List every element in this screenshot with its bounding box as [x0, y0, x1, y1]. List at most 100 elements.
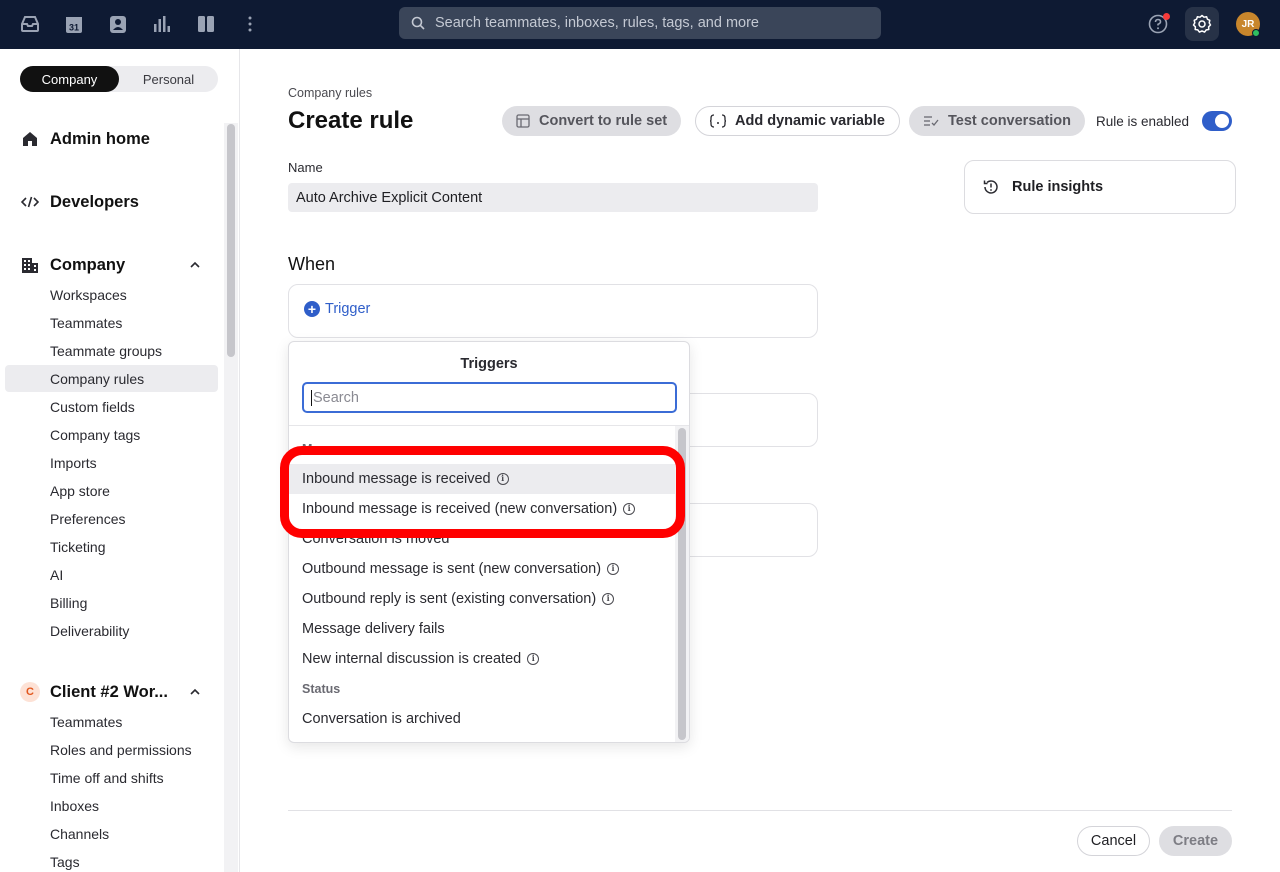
variable-icon — [710, 114, 726, 128]
text-caret — [311, 389, 312, 406]
sidebar-item-ai[interactable]: AI — [50, 565, 63, 585]
trigger-option-label: Outbound reply is sent (existing convers… — [302, 591, 597, 607]
breadcrumb[interactable]: Company rules — [288, 86, 372, 100]
search-placeholder: Search teammates, inboxes, rules, tags, … — [435, 15, 759, 31]
home-icon — [20, 129, 40, 149]
nav-client-label: Client #2 Wor... — [50, 682, 168, 701]
sidebar-item-billing[interactable]: Billing — [50, 593, 87, 613]
plus-icon: + — [304, 301, 320, 317]
convert-label: Convert to rule set — [539, 113, 668, 129]
sidebar-item-custom-fields[interactable]: Custom fields — [50, 397, 135, 417]
dropdown-divider — [289, 425, 689, 426]
sidebar-item-preferences[interactable]: Preferences — [50, 509, 125, 529]
sidebar-item-deliverability[interactable]: Deliverability — [50, 621, 129, 641]
dynamic-label: Add dynamic variable — [735, 113, 885, 129]
sidebar-item-inboxes[interactable]: Inboxes — [50, 796, 99, 816]
footer-divider — [288, 810, 1232, 811]
chevron-up-icon[interactable] — [188, 685, 202, 699]
sidebar-item-client-teammates[interactable]: Teammates — [50, 712, 122, 732]
trigger-option-label: New internal discussion is created — [302, 651, 522, 667]
trigger-option-internal-discussion[interactable]: New internal discussion is created i — [289, 644, 675, 674]
more-icon[interactable] — [238, 12, 262, 36]
settings-button[interactable] — [1185, 7, 1219, 41]
trigger-option-archived[interactable]: Conversation is archived — [289, 704, 675, 734]
trigger-option-inbound[interactable]: Inbound message is received i — [289, 464, 675, 494]
list-check-icon — [924, 116, 939, 126]
segment-personal[interactable]: Personal — [119, 66, 218, 92]
contacts-icon[interactable] — [106, 12, 130, 36]
add-trigger-button[interactable]: + Trigger — [304, 301, 370, 317]
segment-company[interactable]: Company — [20, 66, 119, 92]
sidebar-item-channels[interactable]: Channels — [50, 824, 109, 844]
trigger-option-outbound-reply[interactable]: Outbound reply is sent (existing convers… — [289, 584, 675, 614]
when-heading: When — [288, 254, 336, 274]
nav-admin-home-label: Admin home — [50, 129, 150, 148]
info-icon[interactable]: i — [623, 503, 636, 515]
nav-company-section[interactable]: Company — [20, 253, 125, 277]
analytics-icon[interactable] — [150, 12, 174, 36]
rule-insights-panel[interactable]: Rule insights — [964, 160, 1236, 214]
calendar-day: 31 — [69, 22, 79, 32]
nav-company-label: Company — [50, 255, 126, 274]
sidebar-item-roles[interactable]: Roles and permissions — [50, 740, 192, 760]
sidebar-item-workspaces[interactable]: Workspaces — [50, 285, 127, 305]
info-icon[interactable]: i — [607, 563, 620, 575]
info-icon[interactable]: i — [602, 593, 615, 605]
layout-icon[interactable] — [194, 12, 218, 36]
inbox-icon[interactable] — [18, 12, 42, 36]
trigger-label: Trigger — [325, 301, 371, 317]
test-conversation-button[interactable]: Test conversation — [909, 106, 1086, 136]
help-button[interactable] — [1146, 12, 1170, 36]
trigger-option-outbound-new[interactable]: Outbound message is sent (new conversati… — [289, 554, 675, 584]
building-icon — [20, 255, 40, 275]
table-icon — [516, 114, 530, 128]
add-dynamic-variable-button[interactable]: Add dynamic variable — [695, 106, 900, 136]
rule-insights-label: Rule insights — [1012, 179, 1104, 195]
sidebar-scroll-thumb[interactable] — [227, 124, 235, 357]
create-button[interactable]: Create — [1159, 826, 1232, 856]
gear-icon — [1192, 14, 1212, 33]
trigger-option-label: Message delivery fails — [302, 621, 445, 637]
notification-dot — [1163, 13, 1170, 20]
rule-enabled-toggle[interactable] — [1202, 111, 1232, 131]
sidebar-item-ticketing[interactable]: Ticketing — [50, 537, 106, 557]
sidebar-item-time-off[interactable]: Time off and shifts — [50, 768, 164, 788]
triggers-dropdown-title: Triggers — [460, 356, 518, 372]
calendar-icon[interactable]: 31 — [62, 12, 86, 36]
dropdown-scroll-thumb[interactable] — [678, 428, 686, 740]
trigger-option-label: Outbound message is sent (new conversati… — [302, 561, 602, 577]
trigger-option-moved[interactable]: Conversation is moved — [289, 524, 675, 554]
chevron-up-icon[interactable] — [188, 258, 202, 272]
nav-developers-label: Developers — [50, 192, 139, 211]
trigger-option-label: Conversation is archived — [302, 711, 461, 727]
test-label: Test conversation — [948, 113, 1072, 129]
rule-enabled-label: Rule is enabled — [1096, 114, 1190, 129]
group-header-status: Status — [302, 682, 341, 696]
convert-to-rule-set-button[interactable]: Convert to rule set — [502, 106, 682, 136]
nav-developers[interactable]: Developers — [20, 190, 139, 214]
sidebar-item-app-store[interactable]: App store — [50, 481, 110, 501]
trigger-option-delivery-fails[interactable]: Message delivery fails — [289, 614, 675, 644]
cancel-button[interactable]: Cancel — [1077, 826, 1150, 856]
sidebar-item-company-rules[interactable]: Company rules — [50, 369, 144, 389]
sidebar-item-tags[interactable]: Tags — [50, 852, 80, 872]
info-icon[interactable]: i — [496, 473, 509, 485]
nav-client-workspace[interactable]: C Client #2 Wor... — [20, 680, 168, 704]
sidebar-item-company-tags[interactable]: Company tags — [50, 425, 140, 445]
trigger-option-label: Inbound message is received — [302, 471, 491, 487]
history-icon — [983, 180, 998, 194]
page-title: Create rule — [288, 107, 414, 134]
top-bar: 31 Search teammates, inboxes, rules, tag… — [0, 0, 1280, 49]
rule-name-input[interactable]: Auto Archive Explicit Content — [288, 183, 818, 212]
global-search[interactable]: Search teammates, inboxes, rules, tags, … — [399, 7, 881, 39]
nav-admin-home[interactable]: Admin home — [20, 127, 150, 151]
trigger-option-inbound-new[interactable]: Inbound message is received (new convers… — [289, 494, 675, 524]
triggers-search-placeholder: Search — [313, 389, 359, 406]
workspace-badge: C — [20, 682, 40, 702]
info-icon[interactable]: i — [527, 653, 540, 665]
sidebar-item-teammate-groups[interactable]: Teammate groups — [50, 341, 162, 361]
code-icon — [20, 192, 40, 212]
triggers-search-input[interactable]: Search — [302, 382, 677, 413]
sidebar-item-imports[interactable]: Imports — [50, 453, 97, 473]
sidebar-item-teammates[interactable]: Teammates — [50, 313, 122, 333]
